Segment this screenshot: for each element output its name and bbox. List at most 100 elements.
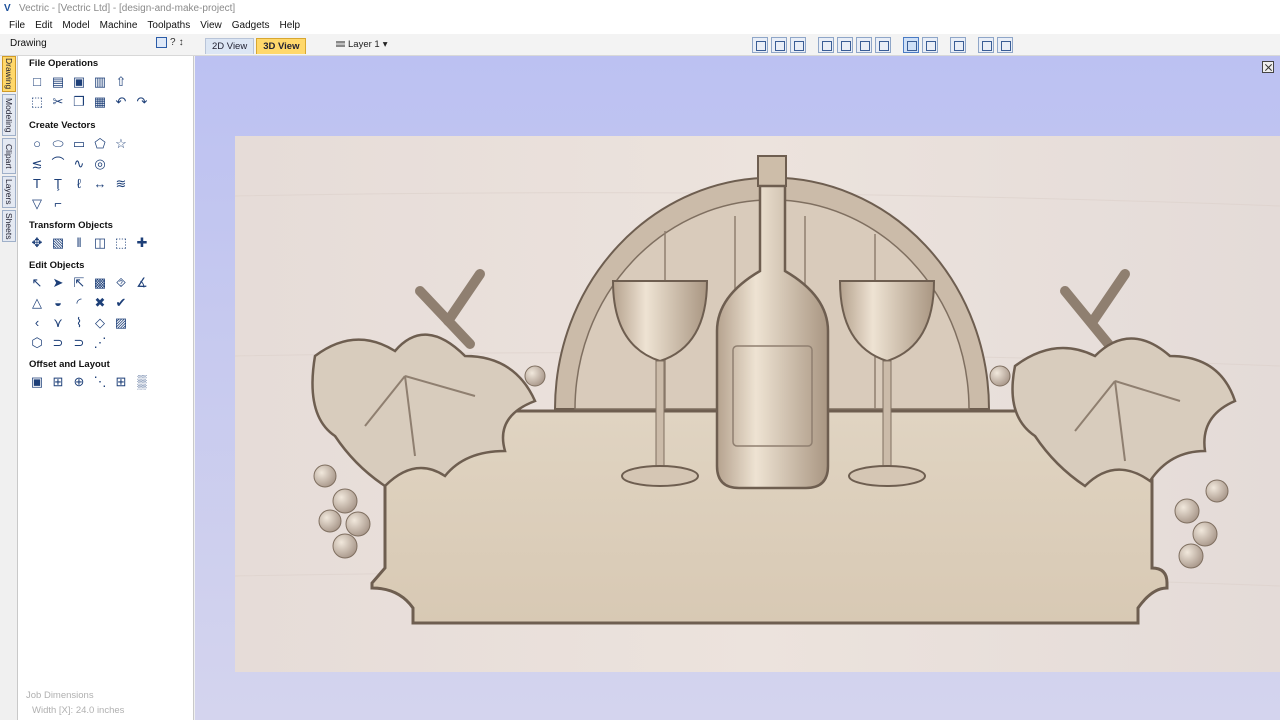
tool-row: ‹ ⋎ ⌇ ◇ ▨ [29, 315, 129, 331]
arc-icon[interactable]: ⌒ [50, 156, 66, 172]
node-edit-icon[interactable]: ➤ [50, 275, 66, 291]
panel-help-icon[interactable]: ? [170, 37, 176, 48]
panel-pin-icon[interactable]: ↕ [179, 37, 184, 48]
save-icon[interactable]: ▣ [71, 74, 87, 90]
side-view-icon[interactable] [875, 37, 891, 53]
scale-icon[interactable]: ▧ [50, 235, 66, 251]
split-view-icon[interactable] [978, 37, 994, 53]
import-icon[interactable]: ⇧ [113, 74, 129, 90]
slot-icon[interactable]: ⌐ [50, 196, 66, 212]
tool-row: ⬚ ✂ ❐ ▦ ↶ ↷ [29, 94, 150, 110]
3d-viewport[interactable] [195, 56, 1280, 720]
array-copy-icon[interactable]: ⊞ [50, 374, 66, 390]
menu-edit[interactable]: Edit [30, 20, 57, 31]
group-icon[interactable]: ▩ [92, 275, 108, 291]
front-view-icon[interactable] [856, 37, 872, 53]
star-icon[interactable]: ☆ [113, 136, 129, 152]
fillet-icon[interactable]: ◜ [71, 295, 87, 311]
iso-view-icon[interactable] [818, 37, 834, 53]
ungroup-icon[interactable]: ⯑ [113, 275, 129, 291]
material-icon[interactable] [950, 37, 966, 53]
menu-file[interactable]: File [4, 20, 30, 31]
move-icon[interactable]: ✥ [29, 235, 45, 251]
circular-copy-icon[interactable]: ⊕ [71, 374, 87, 390]
chevron-down-icon: ▾ [382, 39, 388, 50]
side-tab-modeling[interactable]: Modeling [2, 94, 16, 136]
menu-view[interactable]: View [195, 20, 227, 31]
extend-icon[interactable]: ✔ [113, 295, 129, 311]
rectangle-icon[interactable]: ▭ [71, 136, 87, 152]
trim-icon[interactable]: ✖ [92, 295, 108, 311]
step-repeat-icon[interactable]: ⋱ [92, 374, 108, 390]
paste-icon[interactable]: ▦ [92, 94, 108, 110]
top-view-icon[interactable] [837, 37, 853, 53]
auto-layout-text-icon[interactable]: ℓ [71, 176, 87, 192]
join-open-icon[interactable]: ⊃ [50, 335, 66, 351]
wireframe-view-icon[interactable] [922, 37, 938, 53]
draw-tangent-icon[interactable]: ▽ [29, 196, 45, 212]
tab-3d-view[interactable]: 3D View [256, 38, 307, 54]
close-vector-icon[interactable]: ⬡ [29, 335, 45, 351]
new-file-icon[interactable]: □ [29, 74, 45, 90]
mirror-icon[interactable]: ‖ [71, 235, 87, 251]
grid-icon[interactable] [790, 37, 806, 53]
center-icon[interactable]: ✚ [134, 235, 150, 251]
trace-bitmap-icon[interactable]: ≋ [113, 176, 129, 192]
chevron-icon[interactable]: ‹ [29, 315, 45, 331]
layer-dropdown[interactable]: Layer 1 ▾ [336, 39, 387, 50]
spiral-icon[interactable]: ◎ [92, 156, 108, 172]
align-icon[interactable]: ◫ [92, 235, 108, 251]
open-file-icon[interactable]: ▤ [50, 74, 66, 90]
menu-model[interactable]: Model [57, 20, 94, 31]
bend-icon[interactable]: ⌇ [71, 315, 87, 331]
image-icon[interactable]: ▨ [113, 315, 129, 331]
text-on-curve-icon[interactable]: Ţ [50, 176, 66, 192]
ellipse-icon[interactable]: ⬭ [50, 136, 66, 152]
window-title: Vectric - [Vectric Ltd] - [design-and-ma… [19, 3, 236, 14]
tool-row: ⬡ ⊃ ⊃ ⋰ [29, 335, 108, 351]
cut-icon[interactable]: ✂ [50, 94, 66, 110]
text-icon[interactable]: T [29, 176, 45, 192]
side-tab-clipart[interactable]: Clipart [2, 138, 16, 174]
join-icon[interactable]: ∡ [134, 275, 150, 291]
side-tab-sheets[interactable]: Sheets [2, 210, 16, 242]
side-tab-layers[interactable]: Layers [2, 176, 16, 208]
zoom-box-icon[interactable] [752, 37, 768, 53]
distort-icon[interactable]: ⬚ [113, 235, 129, 251]
tool-row: ▽ ⌐ [29, 196, 66, 212]
dimension-icon[interactable]: ↔ [92, 176, 108, 192]
weld-icon[interactable]: △ [29, 295, 45, 311]
nesting-icon[interactable]: ⊞ [113, 374, 129, 390]
circle-icon[interactable]: ○ [29, 136, 45, 152]
arrange-icon[interactable]: ⊃ [71, 335, 87, 351]
interactive-select-icon[interactable]: ⇱ [71, 275, 87, 291]
undo-icon[interactable]: ↶ [113, 94, 129, 110]
measure-icon[interactable]: ⋰ [92, 335, 108, 351]
side-tab-strip: Drawing Modeling Clipart Layers Sheets [0, 56, 18, 720]
side-tab-drawing[interactable]: Drawing [2, 56, 16, 92]
zoom-extents-icon[interactable] [771, 37, 787, 53]
menu-toolpaths[interactable]: Toolpaths [142, 20, 195, 31]
polygon-icon[interactable]: ⬠ [92, 136, 108, 152]
copy-icon[interactable]: ❐ [71, 94, 87, 110]
view-tools [752, 37, 1013, 53]
panel-options-icon[interactable] [156, 37, 167, 48]
subtract-icon[interactable]: ◒ [50, 295, 66, 311]
offset-icon[interactable]: ▣ [29, 374, 45, 390]
tab-2d-view[interactable]: 2D View [205, 38, 255, 54]
section-title: Transform Objects [29, 220, 113, 231]
corner-icon[interactable]: ⋎ [50, 315, 66, 331]
curve-icon[interactable]: ∿ [71, 156, 87, 172]
flip-icon[interactable]: ◇ [92, 315, 108, 331]
shaded-view-icon[interactable] [903, 37, 919, 53]
fit-icon[interactable]: ▒ [134, 374, 150, 390]
tile-view-icon[interactable] [997, 37, 1013, 53]
redo-icon[interactable]: ↷ [134, 94, 150, 110]
menu-help[interactable]: Help [275, 20, 306, 31]
open-folder-icon[interactable]: ▥ [92, 74, 108, 90]
select-box-icon[interactable]: ⬚ [29, 94, 45, 110]
select-icon[interactable]: ↖ [29, 275, 45, 291]
menu-gadgets[interactable]: Gadgets [227, 20, 275, 31]
menu-machine[interactable]: Machine [95, 20, 143, 31]
polyline-icon[interactable]: ≲ [29, 156, 45, 172]
